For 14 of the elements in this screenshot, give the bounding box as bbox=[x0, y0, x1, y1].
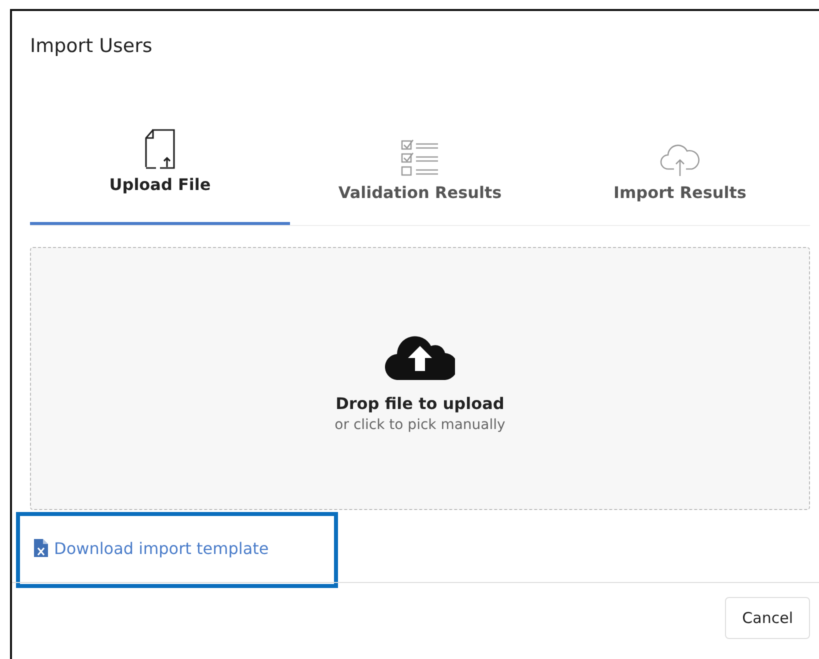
cloud-upload-icon bbox=[385, 334, 455, 380]
spreadsheet-file-icon bbox=[34, 539, 48, 557]
dropzone-hint: or click to pick manually bbox=[334, 417, 506, 433]
tab[interactable]: Validation Results bbox=[290, 117, 550, 225]
file-upload-icon bbox=[144, 129, 176, 169]
dialog-title: Import Users bbox=[30, 35, 152, 57]
tab[interactable]: Upload File bbox=[30, 117, 290, 225]
dropzone[interactable]: Drop file to upload or click to pick manually bbox=[30, 247, 810, 510]
download-template-link[interactable]: Download import template bbox=[34, 538, 269, 558]
cancel-button[interactable]: Cancel bbox=[725, 597, 810, 639]
checklist-icon bbox=[401, 139, 439, 177]
cloud-upload-icon bbox=[660, 143, 700, 177]
dropzone-title: Drop file to upload bbox=[336, 394, 504, 413]
tab[interactable]: Import Results bbox=[550, 117, 810, 225]
